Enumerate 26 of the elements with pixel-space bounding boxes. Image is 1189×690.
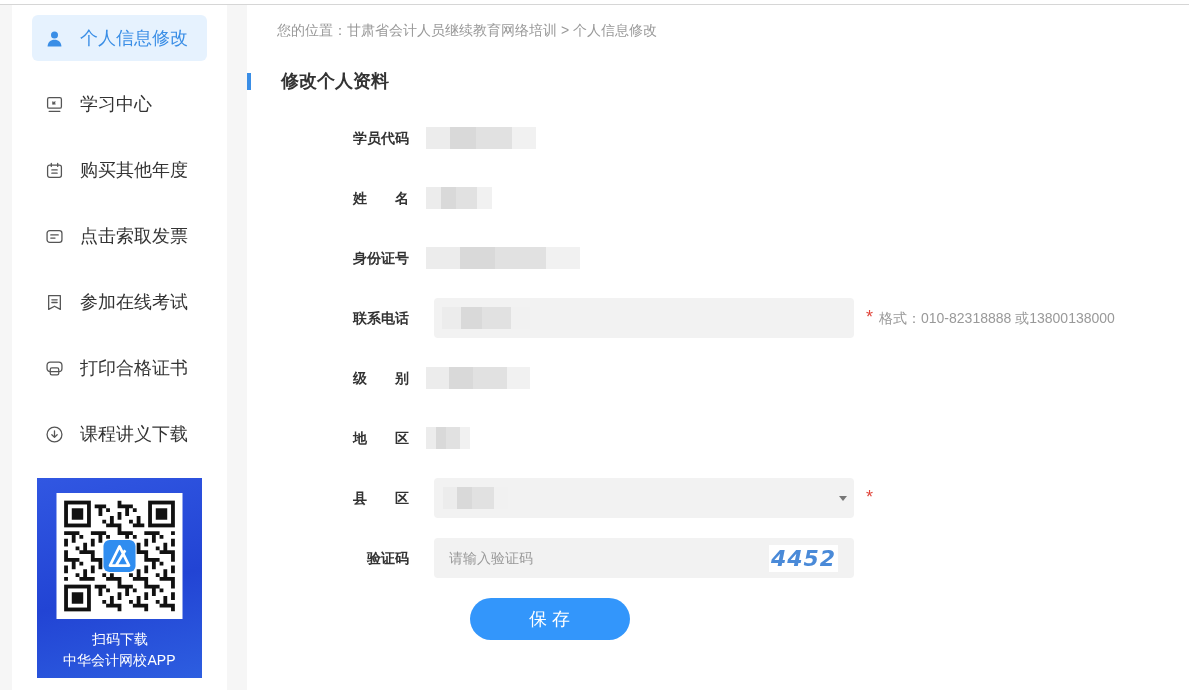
- captcha-code[interactable]: 4452: [769, 544, 838, 572]
- sidebar-item[interactable]: 参加在线考试: [32, 279, 207, 325]
- required-mark: *: [866, 308, 873, 326]
- required-mark: *: [866, 488, 873, 506]
- field-label: 级 别: [352, 368, 409, 388]
- phone-input-field[interactable]: [434, 298, 854, 338]
- field-label: 姓 名: [352, 188, 409, 208]
- field-label: 县 区: [352, 488, 409, 508]
- promo-caption: 扫码下载: [91, 630, 148, 649]
- caret-icon: [839, 495, 847, 501]
- sidebar-item[interactable]: 打印合格证书: [32, 345, 207, 391]
- sidebar-item[interactable]: 购买其他年度: [32, 147, 207, 193]
- sidebar-item[interactable]: 学习中心: [32, 81, 207, 127]
- field-label: 身份证号: [352, 248, 409, 268]
- promo-app-name: 中华会计网校APP: [63, 651, 176, 670]
- sidebar-item[interactable]: 课程讲义下载: [32, 411, 207, 457]
- field-label: 联系电话: [351, 308, 409, 328]
- field-label: 地 区: [351, 428, 409, 448]
- sidebar-item[interactable]: 点击索取发票: [32, 213, 207, 259]
- format-hint: 格式：010-82318888 或13800138000: [879, 308, 1115, 328]
- section-title: 修改个人资料: [281, 71, 389, 91]
- field-label: 学员代码: [352, 128, 409, 148]
- county-select[interactable]: [434, 478, 854, 518]
- breadcrumb: 您的位置：甘肃省会计人员继续教育网络培训 > 个人信息修改: [277, 21, 657, 40]
- field-label: 验证码: [366, 548, 409, 568]
- captcha-input-field[interactable]: 请输入验证码 4452: [434, 538, 854, 578]
